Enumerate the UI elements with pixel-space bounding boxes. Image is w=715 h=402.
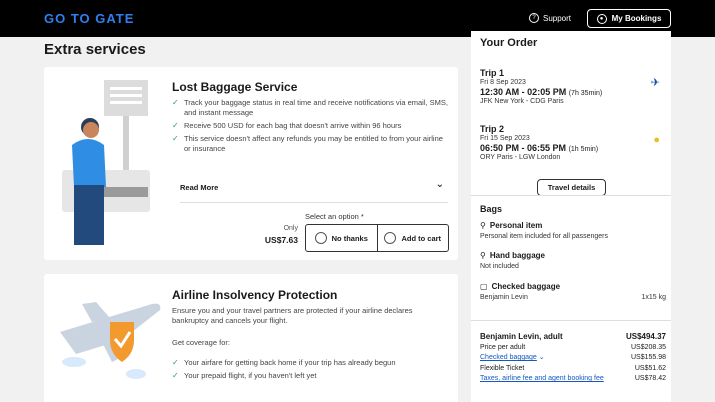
option-radio-group: No thanks Add to cart [305, 224, 449, 252]
price-line-value: US$208.35 [630, 343, 666, 351]
insolvency-card: Airline Insolvency Protection Ensure you… [44, 274, 458, 402]
trip-duration: (1h 5min) [568, 146, 599, 153]
gotogate-logo[interactable]: GO TO GATE [44, 11, 134, 26]
bag-qty: 1x15 kg [641, 294, 666, 301]
trip-time: 12:30 AM - 02:05 PM (7h 35min) [480, 87, 603, 97]
help-icon: ? [529, 13, 539, 23]
lost-baggage-card: Lost Baggage Service ✓ Track your baggage… [44, 67, 458, 260]
passenger-total: US$494.37 [625, 332, 666, 341]
check-icon: ✓ [172, 121, 179, 130]
order-summary-panel: Your Order Trip 1 Fri 8 Sep 2023 12:30 A… [471, 31, 671, 402]
divider [471, 320, 671, 321]
bag-hand-baggage: ⚲ Hand baggage Not included [480, 251, 666, 270]
list-item: ✓ Your prepaid flight, if you haven't lef… [172, 371, 317, 380]
insolvency-title: Airline Insolvency Protection [172, 288, 338, 302]
bag-name: Personal item [489, 221, 543, 230]
checked-baggage-icon: ▢ [480, 282, 488, 291]
price-line-label: Price per adult [480, 343, 526, 351]
check-icon: ✓ [172, 134, 179, 143]
trip-date: Fri 15 Sep 2023 [480, 135, 530, 142]
check-icon: ✓ [172, 358, 179, 367]
bag-personal-item: ⚲ Personal item Personal item included fo… [480, 221, 666, 240]
no-thanks-label: No thanks [331, 233, 368, 243]
coverage-label: Get coverage for: [172, 338, 230, 347]
radio-icon[interactable] [384, 232, 397, 244]
bags-title: Bags [480, 204, 503, 214]
travel-details-button[interactable]: Travel details [537, 179, 606, 196]
checked-baggage-link[interactable]: Checked baggage [480, 354, 537, 361]
my-bookings-label: My Bookings [611, 14, 662, 23]
my-bookings-button[interactable]: ● My Bookings [587, 9, 671, 28]
price-line-value: US$155.98 [630, 354, 666, 361]
user-icon: ● [596, 13, 607, 24]
lost-baggage-title: Lost Baggage Service [172, 80, 298, 94]
read-more-toggle[interactable]: Read More ⌄ [180, 179, 448, 203]
passenger-name: Benjamin Levin, adult [480, 332, 563, 341]
trip-name: Trip 2 [480, 124, 505, 134]
page-title: Extra services [44, 41, 146, 58]
plane-shield-illustration [60, 302, 161, 379]
add-to-cart-option[interactable]: Add to cart [376, 225, 449, 251]
list-item: ✓ This service doesn't affect any refunds… [172, 134, 443, 153]
service-price: US$7.63 [264, 235, 298, 245]
divider [471, 195, 671, 196]
trip-route: ORY Paris - LGW London [480, 154, 561, 161]
add-to-cart-label: Add to cart [401, 233, 442, 243]
airline-logo-icon: ✈ [650, 77, 660, 89]
select-option-label: Select an option * [305, 212, 364, 221]
check-icon: ✓ [172, 371, 179, 380]
trip-2: Trip 2 Fri 15 Sep 2023 06:50 PM - 06:55 … [480, 124, 666, 161]
no-thanks-option[interactable]: No thanks [306, 225, 377, 251]
insolvency-description: Ensure you and your travel partners are … [172, 306, 413, 325]
price-line-label: Flexible Ticket [480, 364, 525, 372]
only-label: Only [283, 225, 298, 232]
support-link[interactable]: ? Support [529, 13, 571, 23]
radio-icon[interactable] [314, 232, 327, 244]
bag-checked-baggage: ▢ Checked baggage Benjamin Levin 1x15 kg [480, 282, 666, 301]
airline-logo-icon: ● [653, 134, 660, 146]
chevron-down-icon[interactable]: ⌄ [539, 354, 545, 361]
trip-1: Trip 1 Fri 8 Sep 2023 12:30 AM - 02:05 P… [480, 68, 666, 105]
bag-name: Hand baggage [489, 251, 545, 260]
read-more-label: Read More [180, 183, 219, 192]
check-icon: ✓ [172, 98, 179, 107]
support-label: Support [543, 13, 572, 23]
baggage-tracking-illustration [62, 80, 150, 245]
price-line-value: US$51.62 [634, 364, 666, 372]
bag-desc: Not included [480, 263, 519, 270]
personal-item-icon: ⚲ [480, 221, 486, 230]
trip-route: JFK New York - CDG Paris [480, 98, 564, 105]
price-line-value: US$78.42 [634, 375, 666, 382]
chevron-down-icon: ⌄ [435, 179, 444, 190]
trip-name: Trip 1 [480, 68, 505, 78]
list-item: ✓ Your airfare for getting back home if y… [172, 358, 396, 367]
lost-baggage-bullets: ✓ Track your baggage status in real time … [172, 98, 448, 157]
passenger-price-breakdown: Benjamin Levin, adult US$494.37 Price pe… [480, 332, 666, 385]
bag-desc: Personal item included for all passenger… [480, 233, 609, 240]
list-item: ✓ Track your baggage status in real time … [172, 98, 449, 117]
bag-desc: Benjamin Levin [480, 294, 528, 301]
insolvency-bullets: ✓ Your airfare for getting back home if y… [172, 358, 448, 384]
order-title: Your Order [480, 37, 538, 49]
taxes-fees-link[interactable]: Taxes, airline fee and agent booking fee [480, 375, 604, 382]
trip-date: Fri 8 Sep 2023 [480, 79, 526, 86]
trip-time: 06:50 PM - 06:55 PM (1h 5min) [480, 143, 599, 153]
hand-baggage-icon: ⚲ [480, 251, 486, 260]
trip-duration: (7h 35min) [568, 90, 603, 97]
list-item: ✓ Receive 500 USD for each bag that doesn… [172, 121, 402, 130]
bag-name: Checked baggage [491, 282, 561, 291]
